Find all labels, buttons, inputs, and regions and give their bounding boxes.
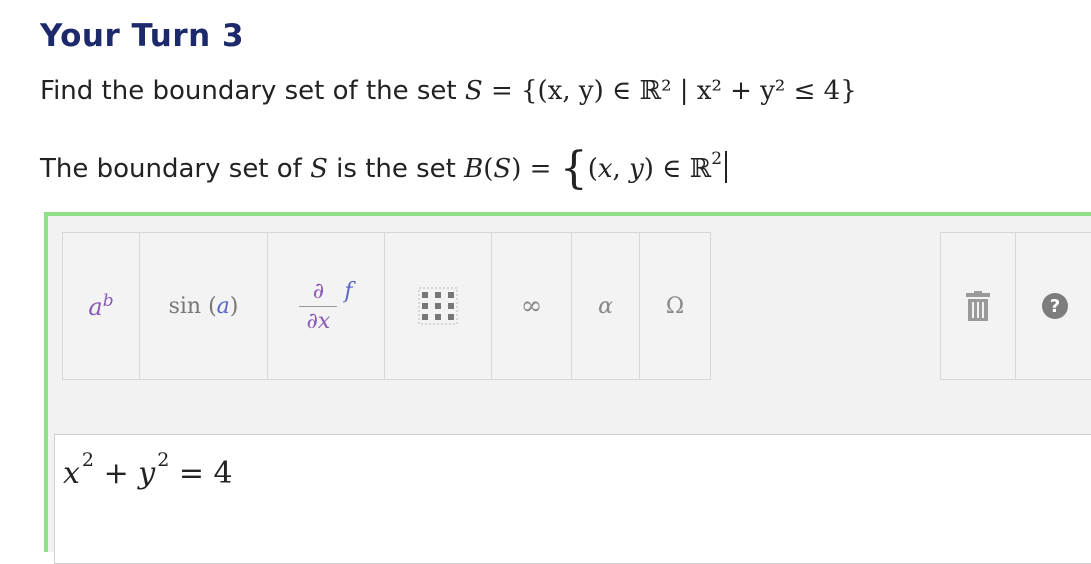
infinity-button[interactable]: ∞ — [491, 232, 572, 380]
question-prefix: Find the boundary set of the set — [40, 76, 457, 106]
trash-icon — [966, 291, 990, 321]
help-button[interactable]: ? — [1015, 232, 1091, 380]
help-icon: ? — [1042, 293, 1068, 319]
question-text: Find the boundary set of the set S = {(x… — [40, 76, 857, 106]
matrix-button[interactable] — [384, 232, 492, 380]
alpha-button[interactable]: α — [571, 232, 640, 380]
omega-button[interactable]: Ω — [639, 232, 711, 380]
answer-mid: is the set — [336, 154, 456, 184]
answer-input[interactable]: x2 + y2 = 4 — [54, 434, 1091, 564]
input-expression: x2 + y2 = 4 — [63, 449, 233, 491]
matrix-icon — [418, 287, 458, 325]
answer-prefix: The boundary set of — [40, 154, 302, 184]
text-cursor — [725, 151, 728, 183]
superscript-button[interactable]: ab — [62, 232, 140, 380]
clear-button[interactable] — [940, 232, 1016, 380]
section-heading: Your Turn 3 — [40, 18, 245, 54]
math-editor[interactable]: ab sin (a) ∂ ∂x f ∞ α Ω ? x 2 + y 2 = 4 — [44, 212, 1091, 564]
answer-line: The boundary set of S is the set B(S) = … — [40, 143, 728, 194]
derivative-button[interactable]: ∂ ∂x f — [267, 232, 385, 380]
question-math: {(x, y) ∈ ℝ² | x² + y² ≤ 4} — [521, 76, 857, 106]
sin-button[interactable]: sin (a) — [139, 232, 268, 380]
